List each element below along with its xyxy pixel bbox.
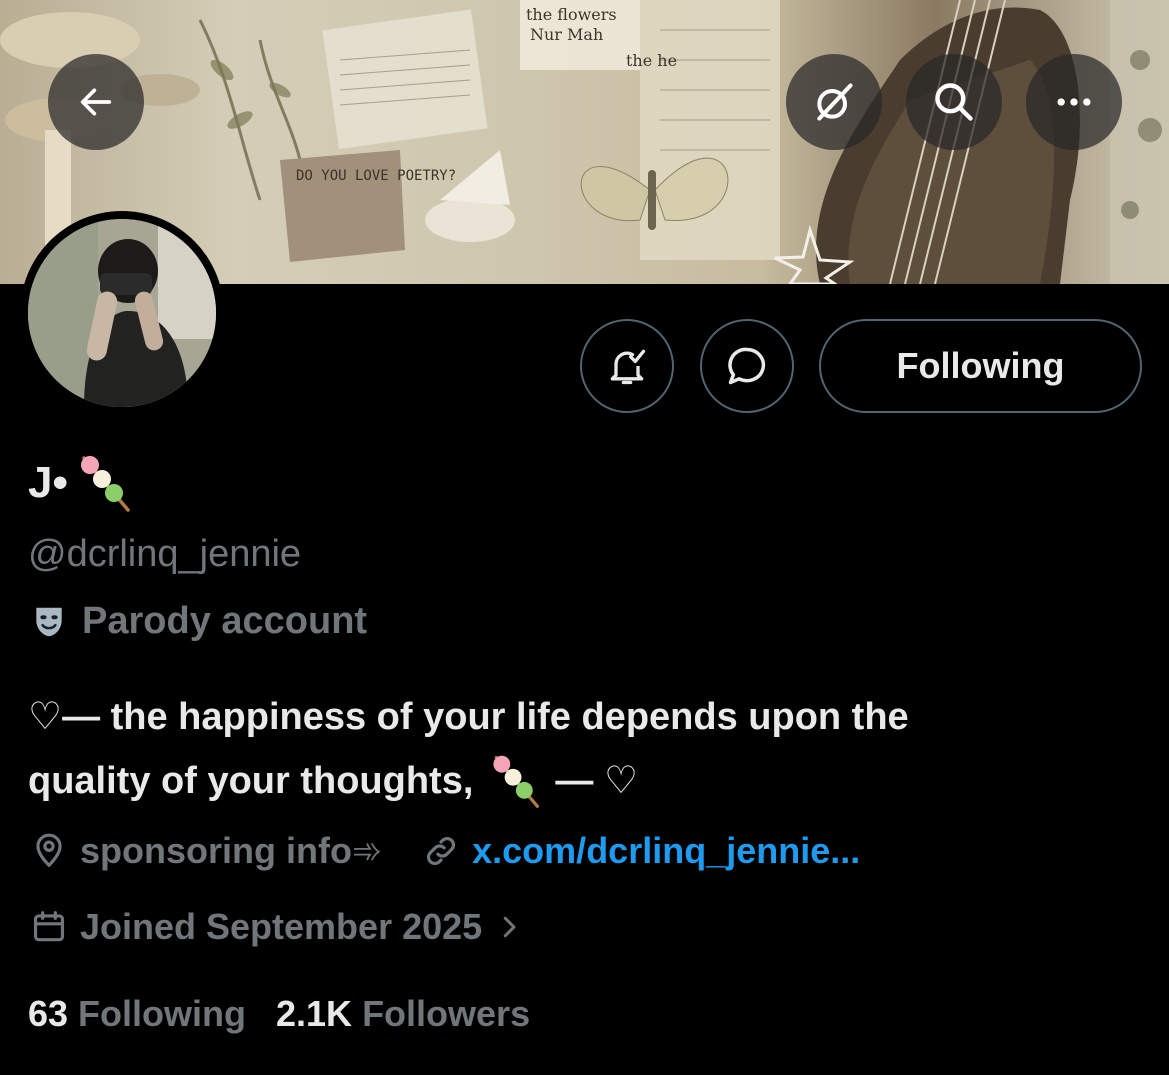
followers-count: 2.1K [276,993,353,1034]
profile-avatar[interactable] [20,211,224,415]
follow-stats: 63 Following 2.1K Followers [28,993,560,1035]
banner-note-text: DO YOU LOVE POETRY? [296,168,456,184]
location-item: sponsoring info➾ [30,830,382,872]
bio-line-2-end: — ♡ [555,760,639,802]
banner-scrap-text-2: Nur Mah [530,25,603,44]
grok-button[interactable] [786,54,882,150]
arrow-left-icon [80,88,112,116]
banner-scrap-text-1: the flowers [526,5,617,24]
followers-stat[interactable]: 2.1K Followers [276,993,530,1035]
following-count: 63 [28,993,69,1034]
grok-icon [817,83,853,121]
website-item[interactable]: x.com/dcrlinq_jennie... [422,830,860,872]
link-icon [427,837,456,865]
profile-bio: ♡— the happiness of your life depends up… [28,685,1138,813]
joined-date-row[interactable]: Joined September 2025 [30,906,524,948]
back-button[interactable] [48,54,144,150]
joined-text: Joined September 2025 [80,906,483,947]
banner-scrap-text-3: the he [626,51,677,70]
following-label: Following [78,993,247,1034]
bio-line-2-start: quality of your thoughts, [28,760,474,802]
profile-handle: @dcrlinq_jennie [28,533,302,575]
display-name: J• [28,448,134,518]
avatar-photo [28,219,216,407]
bio-line-1: ♡— the happiness of your life depends up… [28,696,909,738]
followers-label: Followers [362,993,531,1034]
parody-account-label[interactable]: Parody account [30,600,367,643]
search-icon [935,83,973,121]
message-button[interactable] [700,319,794,413]
dango-icon [493,755,540,808]
following-stat[interactable]: 63 Following [28,993,246,1035]
parody-text: Parody account [82,600,368,642]
location-text: sponsoring info➾ [80,830,383,871]
message-bubble-icon [728,347,766,385]
dango-icon [80,456,130,512]
theater-mask-icon [36,607,62,636]
search-button[interactable] [906,54,1002,150]
website-link[interactable]: x.com/dcrlinq_jennie... [472,830,860,872]
calendar-icon [33,911,65,942]
profile-meta-row: sponsoring info➾ x.com/dcrlinq_jennie... [30,830,860,872]
notifications-button[interactable] [580,319,674,413]
more-options-button[interactable] [1026,54,1122,150]
more-horizontal-icon [1057,98,1091,106]
display-name-text: J• [28,458,68,507]
chevron-right-icon [503,916,516,938]
location-pin-icon [36,833,62,868]
bell-check-icon [610,349,646,385]
following-button[interactable]: Following [819,319,1142,413]
